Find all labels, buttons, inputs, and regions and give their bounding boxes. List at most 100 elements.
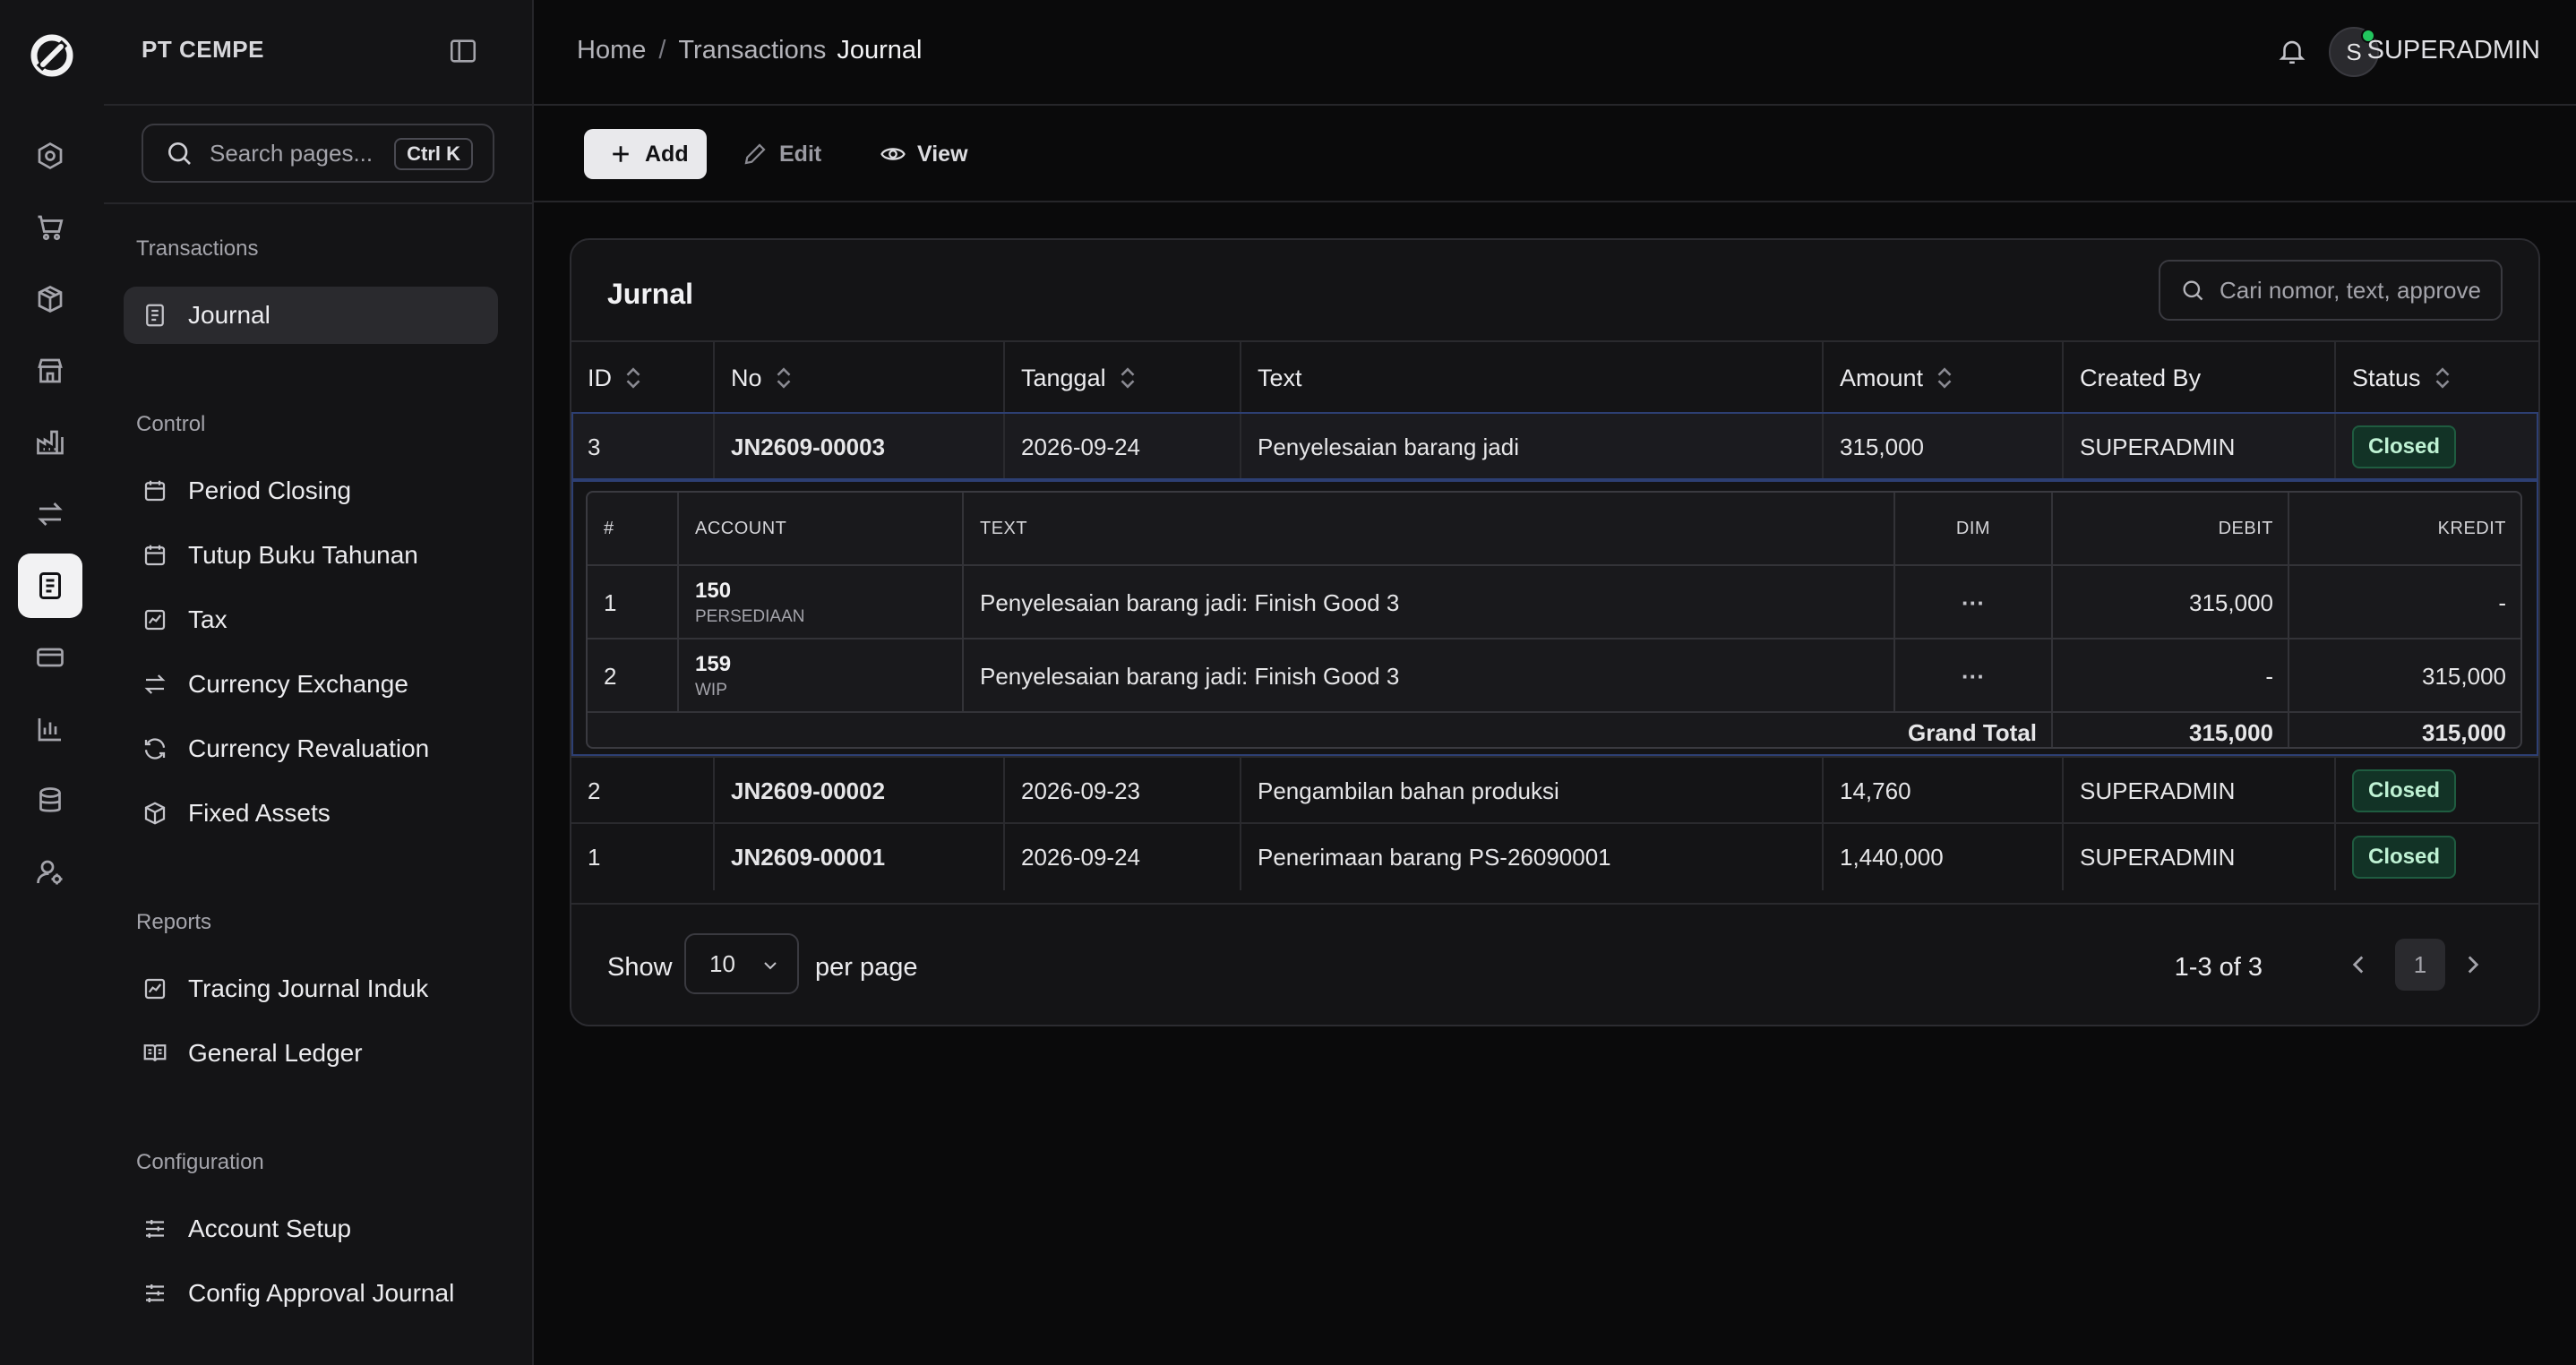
breadcrumb-current: Journal bbox=[837, 36, 923, 64]
journal-icon[interactable] bbox=[18, 554, 82, 618]
sidebar-item-config-approval-journal[interactable]: Config Approval Journal bbox=[124, 1265, 498, 1322]
sidebar-item-tutup-buku-tahunan[interactable]: Tutup Buku Tahunan bbox=[124, 527, 498, 584]
username[interactable]: SUPERADMIN bbox=[2367, 36, 2540, 65]
status-badge: Closed bbox=[2352, 836, 2457, 879]
breadcrumb: Home / Transactions Journal bbox=[577, 36, 922, 65]
sidebar-item-period-closing[interactable]: Period Closing bbox=[124, 462, 498, 519]
col-header-id[interactable]: ID bbox=[571, 342, 713, 414]
calendar-icon bbox=[142, 542, 168, 569]
detail-line-number: 1 bbox=[604, 588, 617, 616]
cell-text: Penyelesaian barang jadi bbox=[1240, 414, 1822, 480]
top-header: Home / Transactions Journal S SUPERADMIN bbox=[534, 0, 2576, 106]
user-settings-icon[interactable] bbox=[18, 840, 82, 905]
per-page-select[interactable]: 10 bbox=[684, 933, 799, 994]
detail-col-number: # bbox=[604, 518, 614, 538]
page-search-input[interactable]: Search pages... Ctrl K bbox=[142, 124, 494, 183]
col-header-label: Amount bbox=[1840, 364, 1924, 391]
sidebar-item-label: Tax bbox=[188, 605, 228, 633]
col-header-label: Text bbox=[1258, 364, 1302, 391]
section-title-configuration: Configuration bbox=[136, 1150, 264, 1174]
sidebar-item-account-setup[interactable]: Account Setup bbox=[124, 1200, 498, 1258]
col-header-amount[interactable]: Amount bbox=[1822, 342, 2062, 414]
cell-amount: 14,760 bbox=[1822, 758, 2062, 824]
sidebar-item-label: Period Closing bbox=[188, 476, 352, 504]
col-header-label: No bbox=[731, 364, 762, 391]
cell-id: 3 bbox=[588, 433, 601, 460]
eye-icon bbox=[880, 148, 906, 160]
table-footer: Show 10 per page 1-3 of 3 1 bbox=[571, 903, 2538, 1025]
table-search-input[interactable]: Cari nomor, text, approve bbox=[2159, 260, 2503, 321]
package-icon[interactable] bbox=[18, 267, 82, 331]
detail-col-text: TEXT bbox=[962, 493, 1893, 564]
sliders-icon bbox=[142, 1280, 168, 1307]
database-icon[interactable] bbox=[18, 768, 82, 833]
sidebar-item-label: Tracing Journal Induk bbox=[188, 974, 429, 1002]
view-button[interactable]: View bbox=[880, 129, 968, 179]
detail-col-kredit: KREDIT bbox=[2288, 493, 2520, 564]
table-row[interactable]: 2 JN2609-00002 2026-09-23 Pengambilan ba… bbox=[571, 756, 2538, 824]
pencil-icon bbox=[744, 143, 766, 165]
status-badge: Closed bbox=[2352, 769, 2457, 812]
col-header-label: Created By bbox=[2080, 364, 2202, 391]
sidebar-item-label: Tutup Buku Tahunan bbox=[188, 541, 418, 569]
journal-detail-table: # ACCOUNT TEXT DIM DEBIT KREDIT 1 150 PE… bbox=[586, 491, 2522, 749]
icon-rail bbox=[0, 0, 106, 1365]
detail-kredit: 315,000 bbox=[2288, 640, 2520, 713]
breadcrumb-home[interactable]: Home bbox=[577, 36, 646, 65]
col-header-status[interactable]: Status bbox=[2334, 342, 2538, 414]
search-shortcut-badge: Ctrl K bbox=[394, 138, 473, 170]
section-title-control: Control bbox=[136, 412, 206, 436]
sidebar-item-label: Config Approval Journal bbox=[188, 1279, 455, 1307]
sidebar-item-label: Account Setup bbox=[188, 1215, 352, 1242]
dim-more-button[interactable]: ··· bbox=[1893, 566, 2051, 640]
sidebar-item-journal[interactable]: Journal bbox=[124, 287, 498, 344]
sidebar-item-tax[interactable]: Tax bbox=[124, 591, 498, 648]
bell-icon[interactable] bbox=[2277, 36, 2307, 66]
detail-line-number: 2 bbox=[604, 662, 617, 690]
page-button[interactable]: 1 bbox=[2395, 939, 2445, 991]
edit-button[interactable]: Edit bbox=[742, 129, 821, 179]
table-title: Jurnal bbox=[607, 278, 694, 310]
section-title-reports: Reports bbox=[136, 910, 212, 934]
factory-icon[interactable] bbox=[18, 410, 82, 475]
journal-table-card: Jurnal Cari nomor, text, approve ID No T… bbox=[570, 238, 2540, 1026]
view-button-label: View bbox=[917, 141, 968, 167]
col-header-no[interactable]: No bbox=[713, 342, 1003, 414]
col-header-label: Tanggal bbox=[1021, 364, 1106, 391]
detail-col-dim: DIM bbox=[1893, 493, 2051, 564]
chart-icon[interactable] bbox=[18, 697, 82, 761]
detail-account: 159 WIP bbox=[677, 640, 962, 713]
logo-icon[interactable] bbox=[23, 27, 81, 84]
cell-no: JN2609-00001 bbox=[713, 824, 1003, 890]
sidebar-item-currency-revaluation[interactable]: Currency Revaluation bbox=[124, 720, 498, 777]
cell-status: Closed bbox=[2334, 414, 2538, 480]
breadcrumb-transactions[interactable]: Transactions bbox=[678, 36, 826, 65]
col-header-label: ID bbox=[588, 364, 612, 391]
chevron-right-icon[interactable] bbox=[2458, 949, 2488, 980]
sidebar-item-fixed-assets[interactable]: Fixed Assets bbox=[124, 785, 498, 842]
detail-text: Penyelesaian barang jadi: Finish Good 3 bbox=[962, 566, 1893, 640]
grand-total-debit: 315,000 bbox=[2051, 713, 2288, 747]
sort-icon bbox=[626, 367, 640, 389]
cell-no: JN2609-00002 bbox=[713, 758, 1003, 824]
cart-icon[interactable] bbox=[18, 195, 82, 260]
store-icon[interactable] bbox=[18, 339, 82, 403]
add-button[interactable]: Add bbox=[584, 129, 707, 179]
sidebar-item-tracing-journal-induk[interactable]: Tracing Journal Induk bbox=[124, 960, 498, 1017]
chevron-left-icon[interactable] bbox=[2343, 949, 2374, 980]
sidebar-item-general-ledger[interactable]: General Ledger bbox=[124, 1025, 498, 1082]
card-icon[interactable] bbox=[18, 625, 82, 690]
col-header-tanggal[interactable]: Tanggal bbox=[1003, 342, 1240, 414]
table-row[interactable]: 1 JN2609-00001 2026-09-24 Penerimaan bar… bbox=[571, 822, 2538, 890]
sidebar-item-label: Currency Revaluation bbox=[188, 734, 430, 762]
table-row[interactable]: 3 JN2609-00003 2026-09-24 Penyelesaian b… bbox=[571, 412, 2538, 480]
status-badge: Closed bbox=[2352, 425, 2457, 468]
account-name: WIP bbox=[695, 681, 727, 700]
transfer-icon[interactable] bbox=[18, 482, 82, 546]
chevron-down-icon bbox=[764, 962, 777, 970]
col-header-created-by: Created By bbox=[2062, 342, 2334, 414]
dashboard-icon[interactable] bbox=[18, 124, 82, 188]
sidebar-item-currency-exchange[interactable]: Currency Exchange bbox=[124, 656, 498, 713]
dim-more-button[interactable]: ··· bbox=[1893, 640, 2051, 713]
sidebar-toggle-icon[interactable] bbox=[448, 36, 478, 66]
